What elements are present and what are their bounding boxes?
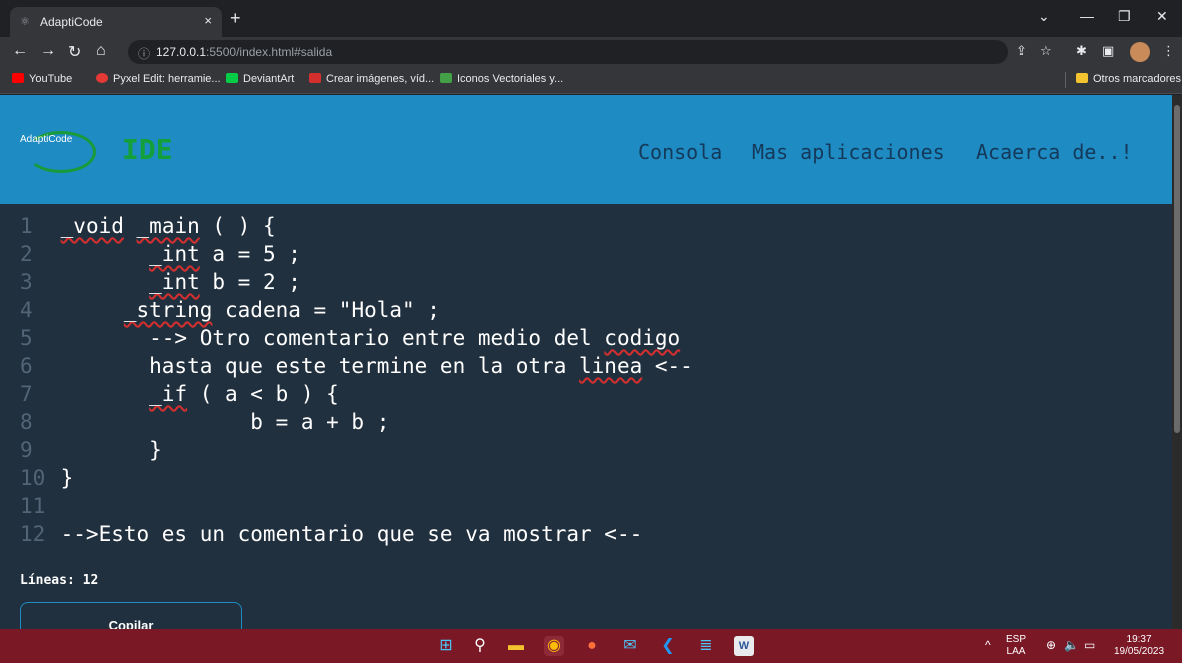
search-icon[interactable]: ⚲ [470, 636, 490, 656]
minimize-icon[interactable]: — [1080, 8, 1094, 24]
network-icon[interactable]: ⊕ [1046, 639, 1056, 651]
url-text: 127.0.0.1:5500/index.html#salida [156, 45, 333, 59]
start-icon[interactable]: ⊞ [436, 636, 456, 656]
site-info-icon[interactable]: ⓘ [138, 45, 150, 62]
menu-kebab-icon[interactable]: ⋮ [1162, 43, 1175, 59]
nav-consola[interactable]: Consola [638, 140, 722, 164]
forward-icon[interactable]: → [40, 42, 56, 60]
tab-favicon-icon: ⚛ [20, 16, 30, 28]
browser-tab-strip: ⚛ AdaptiCode × + ⌄ — ❐ ✕ [0, 0, 1182, 37]
reload-icon[interactable]: ↻ [68, 42, 81, 62]
bookmark-iconos[interactable]: Iconos Vectoriales y... [440, 73, 563, 85]
bookmark-pyxel[interactable]: Pyxel Edit: herramie... [96, 73, 221, 85]
volume-icon[interactable]: 🔈 [1064, 639, 1079, 651]
address-bar[interactable]: ⓘ 127.0.0.1:5500/index.html#salida [128, 40, 1008, 64]
deviantart-icon [226, 73, 238, 83]
bookmark-youtube[interactable]: YouTube [12, 73, 72, 85]
notepad-icon[interactable]: ≣ [696, 636, 716, 656]
folder-icon [1076, 73, 1088, 83]
close-window-icon[interactable]: ✕ [1156, 8, 1168, 25]
code-editor[interactable]: 1 _void _main ( ) { 2 _int a = 5 ; 3 _in… [0, 204, 1182, 564]
bookmark-crear[interactable]: Crear imágenes, víd... [309, 73, 434, 85]
file-explorer-icon[interactable]: ▬ [506, 636, 526, 656]
page-content: AdaptiCode IDE Consola Mas aplicaciones … [0, 95, 1182, 629]
back-icon[interactable]: ← [12, 42, 28, 60]
compile-button[interactable]: Copilar [20, 602, 242, 629]
firefox-icon[interactable]: ● [582, 636, 602, 656]
sidebar-icon[interactable]: ▣ [1102, 43, 1114, 59]
tray-overflow-icon[interactable]: ^ [985, 639, 991, 651]
bookmarks-divider [1065, 72, 1066, 88]
chrome-icon[interactable]: ◉ [544, 636, 564, 656]
page-scrollbar[interactable] [1172, 95, 1182, 629]
scrollbar-thumb[interactable] [1174, 105, 1180, 433]
bookmark-star-icon[interactable]: ☆ [1040, 43, 1052, 59]
bookmarks-bar: YouTube Pyxel Edit: herramie... DeviantA… [0, 67, 1182, 94]
restore-icon[interactable]: ❐ [1118, 8, 1131, 25]
tab-close-icon[interactable]: × [204, 13, 212, 28]
browser-toolbar: ← → ↻ ⌂ ⓘ 127.0.0.1:5500/index.html#sali… [0, 37, 1182, 67]
vscode-icon[interactable]: ❮ [658, 636, 678, 656]
line-count-label: Líneas: 12 [20, 573, 99, 588]
mail-icon[interactable]: ✉ [620, 636, 640, 656]
profile-avatar[interactable] [1130, 42, 1150, 62]
language-indicator[interactable]: ESP LAA [1006, 634, 1026, 658]
app-header: AdaptiCode IDE Consola Mas aplicaciones … [0, 95, 1182, 204]
nav-mas-aplicaciones[interactable]: Mas aplicaciones [752, 140, 945, 164]
logo-text: AdaptiCode [20, 134, 73, 145]
battery-icon[interactable]: ▭ [1084, 639, 1095, 651]
browser-tab[interactable]: ⚛ AdaptiCode × [10, 7, 222, 37]
vector-icon [440, 73, 452, 83]
share-icon[interactable]: ⇪ [1016, 43, 1027, 59]
extensions-icon[interactable]: ✱ [1076, 43, 1087, 59]
tab-search-icon[interactable]: ⌄ [1038, 8, 1050, 25]
app-logo[interactable]: AdaptiCode [20, 125, 100, 175]
home-icon[interactable]: ⌂ [96, 42, 106, 60]
heart-icon [96, 73, 108, 83]
windows-taskbar: ⊞ ⚲ ▬ ◉ ● ✉ ❮ ≣ W ^ ESP LAA ⊕ 🔈 ▭ 19:37 19… [0, 629, 1182, 663]
clock[interactable]: 19:37 19/05/2023 [1114, 634, 1164, 658]
word-icon[interactable]: W [734, 636, 754, 656]
app-title: IDE [122, 133, 173, 166]
tab-title: AdaptiCode [40, 15, 103, 29]
new-tab-button[interactable]: + [230, 9, 241, 27]
bookmark-deviantart[interactable]: DeviantArt [226, 73, 294, 85]
nav-acerca-de[interactable]: Acaerca de..! [976, 140, 1133, 164]
crear-icon [309, 73, 321, 83]
bookmark-other-folder[interactable]: Otros marcadores [1076, 73, 1181, 85]
youtube-icon [12, 73, 24, 83]
